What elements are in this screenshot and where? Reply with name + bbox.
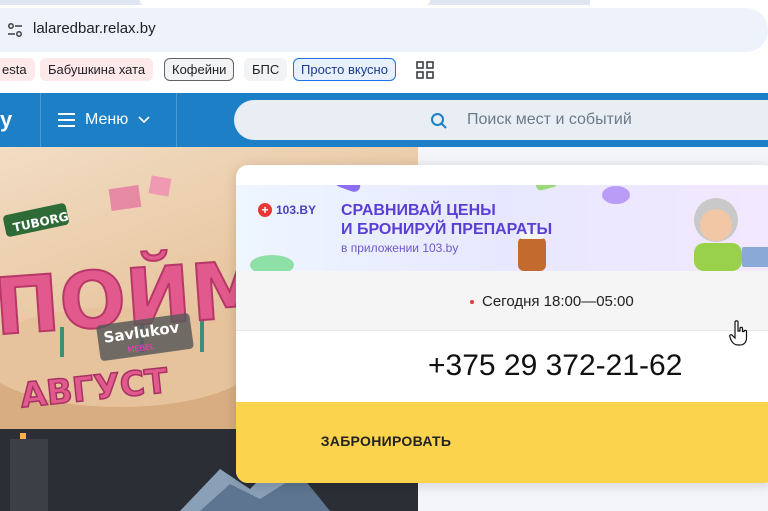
divider	[176, 93, 177, 147]
bookmark-chip[interactable]: Бабушкина хата	[40, 58, 154, 81]
hours-text: Сегодня 18:00—05:00	[482, 293, 634, 310]
brand-text: 103.BY	[276, 203, 317, 217]
bookmark-chip[interactable]: БПС	[244, 58, 288, 81]
bookmarks-bar: esta Бабушкина хата Кофейни БПС Просто в…	[0, 54, 768, 88]
banner-subline: в приложении 103.by	[341, 241, 459, 255]
menu-label: Меню	[85, 111, 129, 128]
bookmark-chip[interactable]: Кофейни	[164, 58, 235, 81]
plus-icon: +	[258, 203, 272, 217]
chevron-down-icon	[138, 116, 150, 124]
status-dot	[470, 299, 474, 304]
banner-headline-line: СРАВНИВАЙ ЦЕНЫ	[341, 202, 496, 219]
opening-hours: Сегодня 18:00—05:00	[236, 271, 768, 331]
venue-contact-modal: + 103.BY СРАВНИВАЙ ЦЕНЫ И БРОНИРУЙ ПРЕПА…	[236, 165, 768, 483]
banner-headline: СРАВНИВАЙ ЦЕНЫ И БРОНИРУЙ ПРЕПАРАТЫ	[341, 201, 552, 239]
banner-headline-line: И БРОНИРУЙ ПРЕПАРАТЫ	[341, 221, 553, 238]
address-bar[interactable]: lalaredbar.relax.by	[0, 8, 768, 52]
hand-cursor-icon	[729, 320, 748, 346]
apps-grid-icon[interactable]	[416, 61, 434, 79]
book-button[interactable]: ЗАБРОНИРОВАТЬ	[236, 402, 768, 483]
brand-logo: + 103.BY	[258, 203, 316, 217]
phone-number[interactable]: +375 29 372-21-62	[236, 332, 768, 402]
hamburger-icon	[58, 113, 75, 127]
site-header: y Меню Поиск мест и событий	[0, 93, 768, 147]
search-icon	[431, 113, 447, 129]
book-button-label: ЗАБРОНИРОВАТЬ	[320, 433, 452, 449]
tab-strip	[0, 0, 768, 5]
bookmark-chip[interactable]: esta	[0, 58, 35, 81]
phone-number-text[interactable]: +375 29 372-21-62	[428, 349, 682, 383]
search-placeholder: Поиск мест и событий	[467, 111, 632, 128]
site-logo[interactable]: y	[0, 107, 12, 133]
url-text[interactable]: lalaredbar.relax.by	[33, 20, 156, 37]
divider	[40, 93, 41, 147]
menu-button[interactable]: Меню	[58, 109, 150, 131]
search-input[interactable]: Поиск мест и событий	[234, 100, 768, 140]
browser-tab[interactable]	[590, 0, 768, 5]
ad-banner[interactable]: + 103.BY СРАВНИВАЙ ЦЕНЫ И БРОНИРУЙ ПРЕПА…	[236, 185, 768, 271]
site-settings-icon[interactable]	[6, 21, 24, 39]
browser-tab[interactable]	[140, 0, 430, 5]
bookmark-chip[interactable]: Просто вкусно	[293, 58, 396, 81]
